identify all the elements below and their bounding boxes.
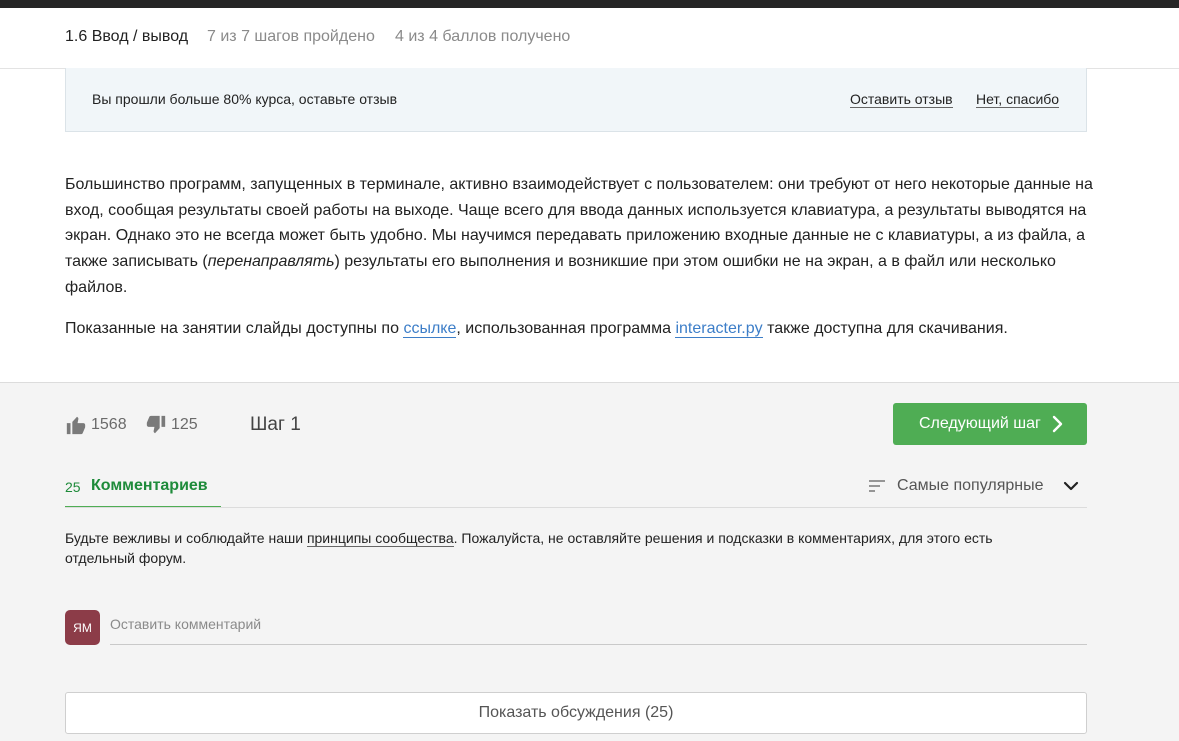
likes-count: 1568 — [91, 416, 127, 433]
comments-count: 25 — [65, 479, 81, 495]
comment-input[interactable] — [110, 613, 1087, 645]
next-step-label: Следующий шаг — [919, 415, 1041, 432]
content-paragraph: Большинство программ, запущенных в терми… — [65, 172, 1095, 301]
emphasis-text: перенаправлять — [207, 253, 335, 271]
review-banner-text: Вы прошли больше 80% курса, оставьте отз… — [92, 91, 398, 107]
like-button[interactable]: 1568 — [65, 414, 127, 436]
thumbs-up-icon — [66, 416, 86, 435]
community-principles-link[interactable]: принципы сообщества — [306, 530, 454, 547]
tabs-divider — [65, 507, 1087, 508]
sort-label: Самые популярные — [897, 477, 1044, 494]
lesson-points-progress: 4 из 4 баллов получено — [395, 28, 571, 45]
content-paragraph: Показанные на занятии слайды доступны по… — [65, 316, 1095, 342]
comments-tab[interactable]: 25 Комментариев — [65, 477, 221, 508]
sort-lines-icon — [869, 480, 885, 492]
program-download-link[interactable]: interacter.py — [675, 319, 763, 338]
dislikes-count: 125 — [171, 416, 198, 433]
step-content: Большинство программ, запущенных в терми… — [65, 172, 1095, 356]
lesson-title: 1.6 Ввод / вывод — [65, 28, 189, 45]
rules-text: Будьте вежливы и соблюдайте наши — [65, 530, 307, 546]
community-rules-text: Будьте вежливы и соблюдайте наши принцип… — [65, 528, 1065, 568]
top-bar — [0, 0, 1179, 8]
sort-dropdown[interactable]: Самые популярные — [868, 477, 1079, 495]
paragraph-text: также доступна для скачивания. — [762, 319, 1008, 337]
step-label: Шаг 1 — [250, 414, 301, 435]
dislike-button[interactable]: 125 — [145, 414, 198, 436]
paragraph-text: Показанные на занятии слайды доступны по — [65, 319, 404, 337]
lesson-steps-progress: 7 из 7 шагов пройдено — [207, 28, 375, 45]
slides-link[interactable]: ссылке — [403, 319, 457, 338]
comments-tab-label: Комментариев — [91, 477, 208, 494]
decline-review-link[interactable]: Нет, спасибо — [976, 91, 1060, 108]
next-step-button[interactable]: Следующий шаг — [893, 403, 1087, 445]
leave-review-link[interactable]: Оставить отзыв — [850, 91, 953, 108]
thumbs-down-icon — [146, 415, 166, 434]
avatar: ЯМ — [65, 610, 100, 645]
step-footer-area: 1568 125 Шаг 1 Следующий шаг 25 Коммента… — [0, 382, 1179, 741]
chevron-down-icon — [1064, 481, 1079, 491]
lesson-header: 1.6 Ввод / вывод 7 из 7 шагов пройдено 4… — [0, 8, 1179, 69]
chevron-right-icon — [1052, 415, 1063, 433]
paragraph-text: , использованная программа — [456, 319, 676, 337]
review-banner: Вы прошли больше 80% курса, оставьте отз… — [65, 68, 1087, 132]
show-discussions-button[interactable]: Показать обсуждения (25) — [65, 692, 1087, 734]
